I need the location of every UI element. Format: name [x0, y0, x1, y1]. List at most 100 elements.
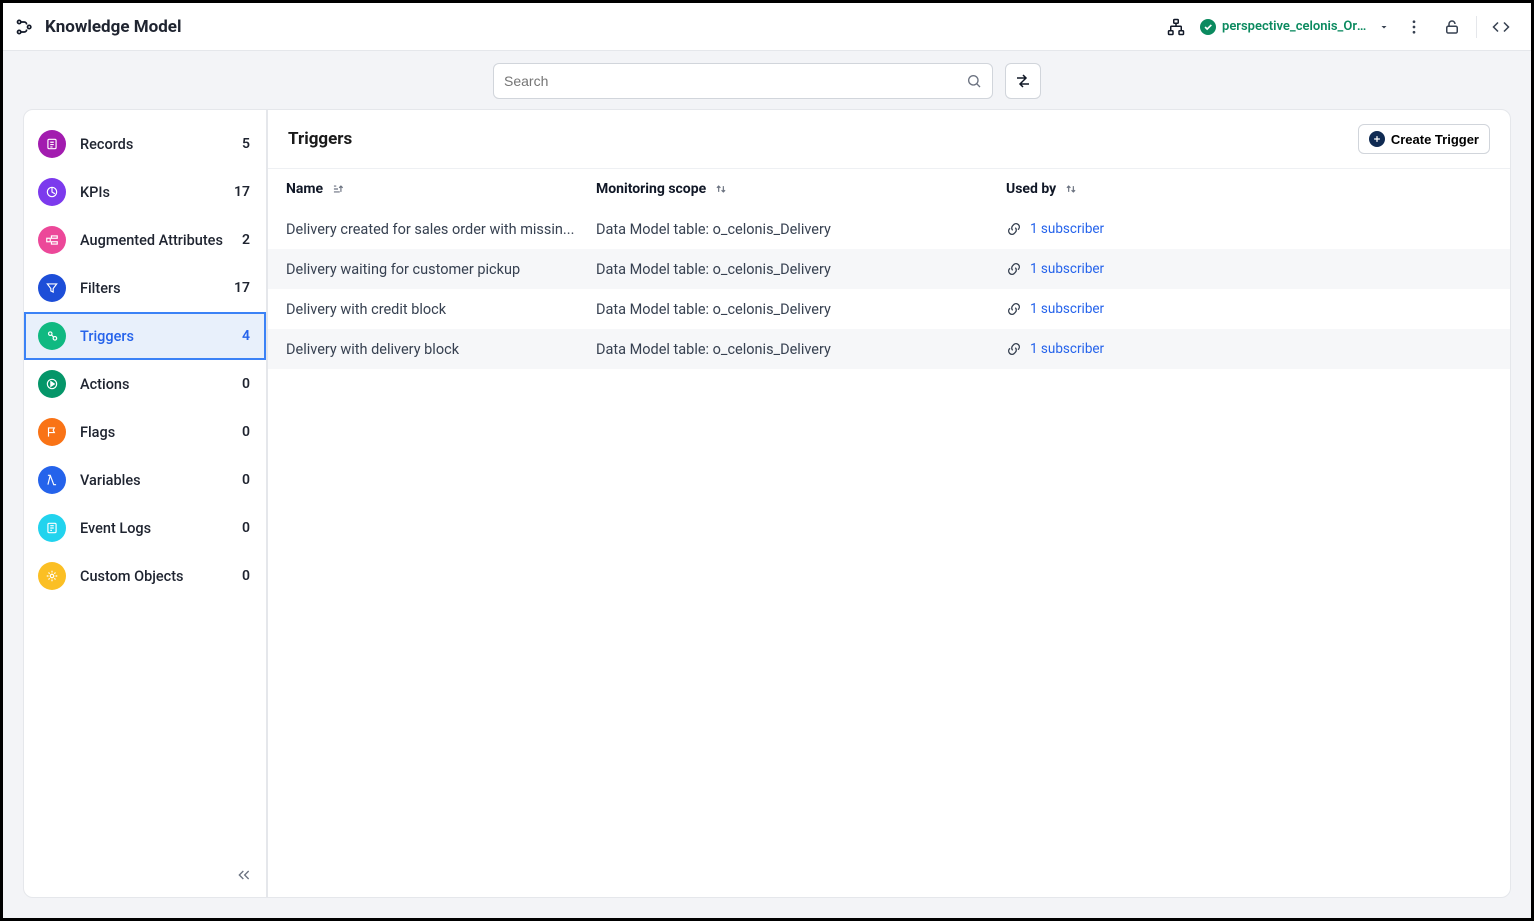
sidebar-item-variables[interactable]: Variables 0 [24, 456, 266, 504]
sort-asc-icon [331, 182, 345, 196]
main-title: Triggers [288, 129, 352, 149]
column-header-label: Name [286, 181, 323, 197]
cell-scope: Data Model table: o_celonis_Delivery [596, 341, 1006, 358]
knowledge-model-icon [15, 17, 35, 37]
lock-open-icon-button[interactable] [1438, 13, 1466, 41]
table-row[interactable]: Delivery created for sales order with mi… [268, 209, 1510, 249]
column-header-label: Used by [1006, 181, 1056, 197]
app-header: Knowledge Model perspective_celonis_Orde… [3, 3, 1531, 51]
link-icon [1006, 301, 1022, 317]
sidebar-item-count: 4 [242, 328, 250, 344]
nav-list: Records 5 KPIs 17 Augmented Attributes 2 [24, 110, 266, 610]
sidebar-item-augmented-attributes[interactable]: Augmented Attributes 2 [24, 216, 266, 264]
sidebar-item-count: 2 [242, 232, 250, 248]
sidebar-item-label: Variables [80, 472, 141, 489]
table-row[interactable]: Delivery with delivery block Data Model … [268, 329, 1510, 369]
sidebar-item-flags[interactable]: Flags 0 [24, 408, 266, 456]
triggers-table: Name Monitoring scope Used by [268, 169, 1510, 369]
sidebar-item-label: Records [80, 136, 133, 153]
sidebar-item-count: 0 [242, 424, 250, 440]
cell-name: Delivery with delivery block [286, 341, 596, 358]
header-right: perspective_celonis_Order... [1162, 13, 1515, 41]
sidebar-item-count: 0 [242, 520, 250, 536]
link-icon [1006, 221, 1022, 237]
column-header-label: Monitoring scope [596, 181, 706, 197]
subscriber-link[interactable]: 1 subscriber [1030, 341, 1104, 357]
records-icon [38, 130, 66, 158]
flags-icon [38, 418, 66, 446]
subscriber-link[interactable]: 1 subscriber [1030, 301, 1104, 317]
search-input-wrap[interactable] [493, 63, 993, 99]
sidebar-item-count: 17 [234, 184, 250, 200]
cell-usedby: 1 subscriber [1006, 301, 1492, 317]
column-header-usedby[interactable]: Used by [1006, 181, 1492, 197]
sidebar-item-count: 0 [242, 376, 250, 392]
table-row[interactable]: Delivery with credit block Data Model ta… [268, 289, 1510, 329]
filters-icon [38, 274, 66, 302]
subscriber-link[interactable]: 1 subscriber [1030, 261, 1104, 277]
subscriber-link[interactable]: 1 subscriber [1030, 221, 1104, 237]
sidebar-item-count: 5 [242, 136, 250, 152]
sidebar-item-label: Augmented Attributes [80, 232, 223, 249]
sidebar-item-count: 0 [242, 472, 250, 488]
cell-name: Delivery created for sales order with mi… [286, 221, 596, 238]
column-header-scope[interactable]: Monitoring scope [596, 181, 1006, 197]
link-icon [1006, 341, 1022, 357]
sort-icon [714, 182, 728, 196]
cell-usedby: 1 subscriber [1006, 261, 1492, 277]
table-header-row: Name Monitoring scope Used by [268, 169, 1510, 209]
sidebar-item-label: Flags [80, 424, 115, 441]
create-trigger-label: Create Trigger [1391, 132, 1479, 147]
sidebar-item-label: Triggers [80, 328, 134, 345]
sidebar-item-triggers[interactable]: Triggers 4 [24, 312, 266, 360]
triggers-icon [38, 322, 66, 350]
check-circle-icon [1200, 19, 1216, 35]
sidebar-item-actions[interactable]: Actions 0 [24, 360, 266, 408]
cell-name: Delivery waiting for customer pickup [286, 261, 596, 278]
code-view-button[interactable] [1487, 13, 1515, 41]
transform-button[interactable] [1005, 63, 1041, 99]
sidebar-item-label: Filters [80, 280, 121, 297]
sidebar-item-count: 0 [242, 568, 250, 584]
cell-usedby: 1 subscriber [1006, 221, 1492, 237]
table-row[interactable]: Delivery waiting for customer pickup Dat… [268, 249, 1510, 289]
cell-scope: Data Model table: o_celonis_Delivery [596, 221, 1006, 238]
sort-icon [1064, 182, 1078, 196]
augmented-attributes-icon [38, 226, 66, 254]
create-trigger-button[interactable]: Create Trigger [1358, 124, 1490, 154]
sidebar-item-label: KPIs [80, 184, 110, 201]
collapse-sidebar-button[interactable] [232, 863, 256, 887]
cell-name: Delivery with credit block [286, 301, 596, 318]
cell-usedby: 1 subscriber [1006, 341, 1492, 357]
main-header: Triggers Create Trigger [268, 110, 1510, 169]
sidebar-item-count: 17 [234, 280, 250, 296]
sidebar-item-event-logs[interactable]: Event Logs 0 [24, 504, 266, 552]
column-header-name[interactable]: Name [286, 181, 596, 197]
main-panel: Triggers Create Trigger Name [267, 109, 1511, 898]
sidebar-item-custom-objects[interactable]: Custom Objects 0 [24, 552, 266, 600]
hierarchy-icon-button[interactable] [1162, 13, 1190, 41]
caret-down-icon [1378, 21, 1390, 33]
sidebar-item-filters[interactable]: Filters 17 [24, 264, 266, 312]
body: Records 5 KPIs 17 Augmented Attributes 2 [3, 109, 1531, 918]
perspective-label: perspective_celonis_Order... [1222, 19, 1372, 34]
sidebar-item-label: Custom Objects [80, 568, 184, 585]
sidebar-item-records[interactable]: Records 5 [24, 120, 266, 168]
sidebar-item-label: Event Logs [80, 520, 151, 537]
link-icon [1006, 261, 1022, 277]
search-row [3, 51, 1531, 109]
cell-scope: Data Model table: o_celonis_Delivery [596, 301, 1006, 318]
page-title: Knowledge Model [45, 17, 181, 37]
variables-icon [38, 466, 66, 494]
header-left: Knowledge Model [15, 17, 181, 37]
search-icon [966, 73, 982, 89]
sidebar-item-kpis[interactable]: KPIs 17 [24, 168, 266, 216]
kpis-icon [38, 178, 66, 206]
sidebar-item-label: Actions [80, 376, 129, 393]
search-input[interactable] [504, 73, 966, 89]
perspective-selector[interactable]: perspective_celonis_Order... [1200, 19, 1390, 35]
more-menu-button[interactable] [1400, 13, 1428, 41]
sidebar: Records 5 KPIs 17 Augmented Attributes 2 [23, 109, 267, 898]
plus-circle-icon [1369, 131, 1385, 147]
actions-icon [38, 370, 66, 398]
